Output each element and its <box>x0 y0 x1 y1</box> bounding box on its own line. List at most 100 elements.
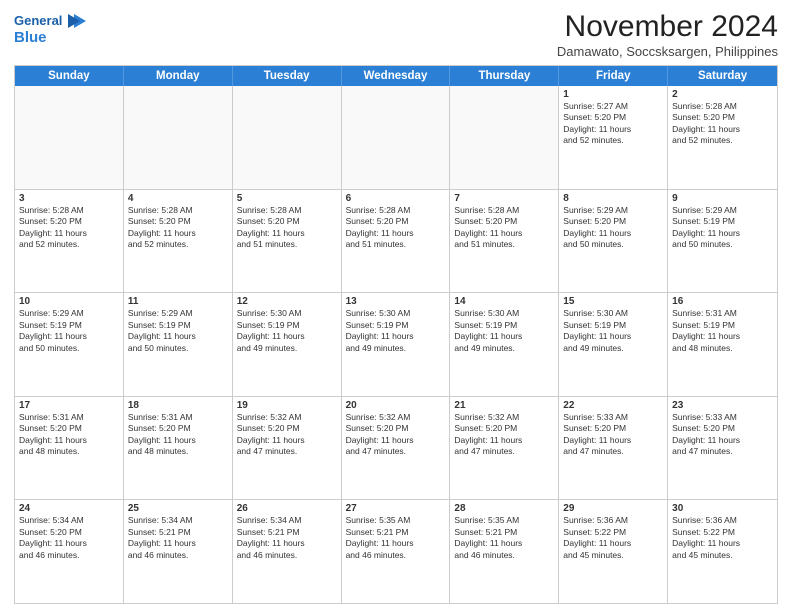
day-number: 5 <box>237 193 337 204</box>
calendar-cell: 17Sunrise: 5:31 AM Sunset: 5:20 PM Dayli… <box>15 397 124 500</box>
calendar-cell: 16Sunrise: 5:31 AM Sunset: 5:19 PM Dayli… <box>668 293 777 396</box>
day-number: 23 <box>672 400 773 411</box>
calendar-cell: 20Sunrise: 5:32 AM Sunset: 5:20 PM Dayli… <box>342 397 451 500</box>
cell-info: Sunrise: 5:32 AM Sunset: 5:20 PM Dayligh… <box>454 412 554 458</box>
calendar-cell: 24Sunrise: 5:34 AM Sunset: 5:20 PM Dayli… <box>15 500 124 603</box>
calendar-cell: 1Sunrise: 5:27 AM Sunset: 5:20 PM Daylig… <box>559 86 668 189</box>
calendar-cell <box>15 86 124 189</box>
cell-info: Sunrise: 5:29 AM Sunset: 5:19 PM Dayligh… <box>128 308 228 354</box>
cell-info: Sunrise: 5:31 AM Sunset: 5:20 PM Dayligh… <box>128 412 228 458</box>
cell-info: Sunrise: 5:33 AM Sunset: 5:20 PM Dayligh… <box>672 412 773 458</box>
cell-info: Sunrise: 5:30 AM Sunset: 5:19 PM Dayligh… <box>237 308 337 354</box>
cell-info: Sunrise: 5:30 AM Sunset: 5:19 PM Dayligh… <box>346 308 446 354</box>
calendar-week-4: 17Sunrise: 5:31 AM Sunset: 5:20 PM Dayli… <box>15 397 777 501</box>
calendar-week-1: 1Sunrise: 5:27 AM Sunset: 5:20 PM Daylig… <box>15 86 777 190</box>
calendar-cell: 25Sunrise: 5:34 AM Sunset: 5:21 PM Dayli… <box>124 500 233 603</box>
calendar-cell: 8Sunrise: 5:29 AM Sunset: 5:20 PM Daylig… <box>559 190 668 293</box>
cell-info: Sunrise: 5:34 AM Sunset: 5:21 PM Dayligh… <box>128 515 228 561</box>
day-number: 11 <box>128 296 228 307</box>
calendar-cell: 28Sunrise: 5:35 AM Sunset: 5:21 PM Dayli… <box>450 500 559 603</box>
day-number: 15 <box>563 296 663 307</box>
calendar-cell: 18Sunrise: 5:31 AM Sunset: 5:20 PM Dayli… <box>124 397 233 500</box>
page: General Blue November 2024 Damawato, Soc… <box>0 0 792 612</box>
day-number: 16 <box>672 296 773 307</box>
cell-info: Sunrise: 5:29 AM Sunset: 5:19 PM Dayligh… <box>672 205 773 251</box>
calendar-cell: 3Sunrise: 5:28 AM Sunset: 5:20 PM Daylig… <box>15 190 124 293</box>
calendar-cell: 10Sunrise: 5:29 AM Sunset: 5:19 PM Dayli… <box>15 293 124 396</box>
day-number: 21 <box>454 400 554 411</box>
cell-info: Sunrise: 5:29 AM Sunset: 5:20 PM Dayligh… <box>563 205 663 251</box>
calendar-week-5: 24Sunrise: 5:34 AM Sunset: 5:20 PM Dayli… <box>15 500 777 603</box>
day-number: 30 <box>672 503 773 514</box>
cell-info: Sunrise: 5:36 AM Sunset: 5:22 PM Dayligh… <box>563 515 663 561</box>
calendar-header: SundayMondayTuesdayWednesdayThursdayFrid… <box>15 66 777 86</box>
cell-info: Sunrise: 5:28 AM Sunset: 5:20 PM Dayligh… <box>672 101 773 147</box>
header-day-monday: Monday <box>124 66 233 86</box>
calendar-cell: 14Sunrise: 5:30 AM Sunset: 5:19 PM Dayli… <box>450 293 559 396</box>
calendar-week-3: 10Sunrise: 5:29 AM Sunset: 5:19 PM Dayli… <box>15 293 777 397</box>
cell-info: Sunrise: 5:35 AM Sunset: 5:21 PM Dayligh… <box>346 515 446 561</box>
logo-general: General <box>14 13 62 29</box>
calendar-cell <box>342 86 451 189</box>
cell-info: Sunrise: 5:32 AM Sunset: 5:20 PM Dayligh… <box>346 412 446 458</box>
day-number: 17 <box>19 400 119 411</box>
calendar-cell: 13Sunrise: 5:30 AM Sunset: 5:19 PM Dayli… <box>342 293 451 396</box>
day-number: 3 <box>19 193 119 204</box>
calendar-cell: 19Sunrise: 5:32 AM Sunset: 5:20 PM Dayli… <box>233 397 342 500</box>
day-number: 7 <box>454 193 554 204</box>
cell-info: Sunrise: 5:34 AM Sunset: 5:21 PM Dayligh… <box>237 515 337 561</box>
calendar-cell: 11Sunrise: 5:29 AM Sunset: 5:19 PM Dayli… <box>124 293 233 396</box>
header-day-friday: Friday <box>559 66 668 86</box>
header-day-saturday: Saturday <box>668 66 777 86</box>
location-title: Damawato, Soccsksargen, Philippines <box>557 44 778 59</box>
calendar-cell: 23Sunrise: 5:33 AM Sunset: 5:20 PM Dayli… <box>668 397 777 500</box>
day-number: 14 <box>454 296 554 307</box>
calendar-cell: 5Sunrise: 5:28 AM Sunset: 5:20 PM Daylig… <box>233 190 342 293</box>
cell-info: Sunrise: 5:30 AM Sunset: 5:19 PM Dayligh… <box>454 308 554 354</box>
cell-info: Sunrise: 5:28 AM Sunset: 5:20 PM Dayligh… <box>346 205 446 251</box>
header-day-tuesday: Tuesday <box>233 66 342 86</box>
calendar-cell: 21Sunrise: 5:32 AM Sunset: 5:20 PM Dayli… <box>450 397 559 500</box>
day-number: 13 <box>346 296 446 307</box>
cell-info: Sunrise: 5:32 AM Sunset: 5:20 PM Dayligh… <box>237 412 337 458</box>
calendar-cell <box>233 86 342 189</box>
calendar-cell <box>124 86 233 189</box>
cell-info: Sunrise: 5:29 AM Sunset: 5:19 PM Dayligh… <box>19 308 119 354</box>
cell-info: Sunrise: 5:36 AM Sunset: 5:22 PM Dayligh… <box>672 515 773 561</box>
day-number: 4 <box>128 193 228 204</box>
title-area: November 2024 Damawato, Soccsksargen, Ph… <box>557 10 778 59</box>
day-number: 27 <box>346 503 446 514</box>
day-number: 2 <box>672 89 773 100</box>
day-number: 20 <box>346 400 446 411</box>
month-title: November 2024 <box>557 10 778 43</box>
cell-info: Sunrise: 5:34 AM Sunset: 5:20 PM Dayligh… <box>19 515 119 561</box>
logo-blue: Blue <box>14 29 47 47</box>
calendar-cell: 9Sunrise: 5:29 AM Sunset: 5:19 PM Daylig… <box>668 190 777 293</box>
calendar-cell: 27Sunrise: 5:35 AM Sunset: 5:21 PM Dayli… <box>342 500 451 603</box>
calendar-cell: 15Sunrise: 5:30 AM Sunset: 5:19 PM Dayli… <box>559 293 668 396</box>
calendar-cell: 30Sunrise: 5:36 AM Sunset: 5:22 PM Dayli… <box>668 500 777 603</box>
day-number: 24 <box>19 503 119 514</box>
day-number: 29 <box>563 503 663 514</box>
cell-info: Sunrise: 5:31 AM Sunset: 5:20 PM Dayligh… <box>19 412 119 458</box>
calendar-cell: 6Sunrise: 5:28 AM Sunset: 5:20 PM Daylig… <box>342 190 451 293</box>
day-number: 22 <box>563 400 663 411</box>
calendar-week-2: 3Sunrise: 5:28 AM Sunset: 5:20 PM Daylig… <box>15 190 777 294</box>
calendar-cell: 12Sunrise: 5:30 AM Sunset: 5:19 PM Dayli… <box>233 293 342 396</box>
cell-info: Sunrise: 5:28 AM Sunset: 5:20 PM Dayligh… <box>128 205 228 251</box>
day-number: 28 <box>454 503 554 514</box>
cell-info: Sunrise: 5:28 AM Sunset: 5:20 PM Dayligh… <box>19 205 119 251</box>
header: General Blue November 2024 Damawato, Soc… <box>14 10 778 59</box>
cell-info: Sunrise: 5:27 AM Sunset: 5:20 PM Dayligh… <box>563 101 663 147</box>
calendar-cell: 4Sunrise: 5:28 AM Sunset: 5:20 PM Daylig… <box>124 190 233 293</box>
logo-icon <box>66 10 88 32</box>
header-day-sunday: Sunday <box>15 66 124 86</box>
cell-info: Sunrise: 5:35 AM Sunset: 5:21 PM Dayligh… <box>454 515 554 561</box>
cell-info: Sunrise: 5:28 AM Sunset: 5:20 PM Dayligh… <box>454 205 554 251</box>
cell-info: Sunrise: 5:28 AM Sunset: 5:20 PM Dayligh… <box>237 205 337 251</box>
day-number: 12 <box>237 296 337 307</box>
day-number: 9 <box>672 193 773 204</box>
calendar-cell: 26Sunrise: 5:34 AM Sunset: 5:21 PM Dayli… <box>233 500 342 603</box>
day-number: 6 <box>346 193 446 204</box>
day-number: 25 <box>128 503 228 514</box>
